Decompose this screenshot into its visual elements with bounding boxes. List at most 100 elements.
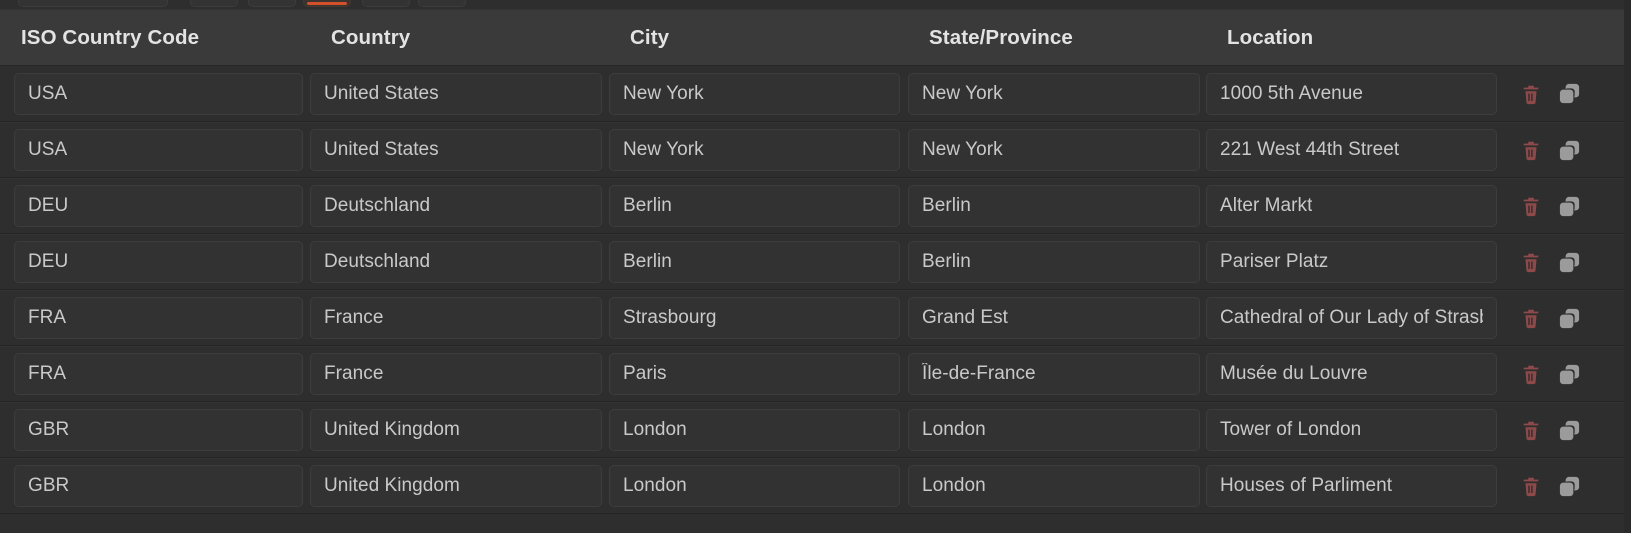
input-country[interactable]: United Kingdom bbox=[310, 465, 602, 507]
input-country[interactable]: Deutschland bbox=[310, 241, 602, 283]
input-location[interactable]: Alter Markt bbox=[1206, 185, 1497, 227]
input-state[interactable]: London bbox=[908, 465, 1200, 507]
input-city[interactable]: London bbox=[609, 409, 900, 451]
input-location[interactable]: Tower of London bbox=[1206, 409, 1497, 451]
input-country[interactable]: United States bbox=[310, 72, 602, 115]
cell-city: Berlin bbox=[609, 235, 908, 289]
value-location: Pariser Platz bbox=[1220, 251, 1329, 272]
delete-row-button[interactable] bbox=[1518, 249, 1544, 275]
duplicate-row-button[interactable] bbox=[1556, 137, 1582, 163]
input-iso[interactable]: FRA bbox=[14, 297, 303, 339]
value-iso: FRA bbox=[28, 307, 67, 328]
copy-icon bbox=[1558, 363, 1581, 386]
input-iso[interactable]: GBR bbox=[14, 409, 303, 451]
cell-iso: FRA bbox=[0, 347, 310, 401]
input-iso[interactable]: DEU bbox=[14, 241, 303, 283]
input-iso[interactable]: FRA bbox=[14, 353, 303, 395]
delete-row-button[interactable] bbox=[1518, 473, 1544, 499]
table-row: DEU Deutschland Berlin Berlin Pariser Platz bbox=[0, 234, 1631, 290]
input-city[interactable]: New York bbox=[609, 72, 900, 115]
copy-icon bbox=[1558, 475, 1581, 498]
toolbar-button-3[interactable] bbox=[248, 0, 296, 7]
input-location[interactable]: Houses of Parliment bbox=[1206, 465, 1497, 507]
input-city[interactable]: Strasbourg bbox=[609, 297, 900, 339]
delete-row-button[interactable] bbox=[1518, 193, 1544, 219]
value-iso: DEU bbox=[28, 251, 69, 272]
trash-icon bbox=[1520, 307, 1542, 329]
delete-row-button[interactable] bbox=[1518, 361, 1544, 387]
toolbar-button-4[interactable] bbox=[303, 0, 351, 7]
input-state[interactable]: Berlin bbox=[908, 241, 1200, 283]
input-country[interactable]: France bbox=[310, 353, 602, 395]
table-row: GBR United Kingdom London London Houses of P… bbox=[0, 458, 1631, 514]
input-state[interactable]: Grand Est bbox=[908, 297, 1200, 339]
delete-row-button[interactable] bbox=[1518, 417, 1544, 443]
input-location[interactable]: Musée du Louvre bbox=[1206, 353, 1497, 395]
duplicate-row-button[interactable] bbox=[1556, 361, 1582, 387]
toolbar-button-1[interactable] bbox=[18, 0, 168, 7]
delete-row-button[interactable] bbox=[1518, 81, 1544, 107]
duplicate-row-button[interactable] bbox=[1556, 305, 1582, 331]
trash-icon bbox=[1520, 251, 1542, 273]
value-state: London bbox=[922, 475, 986, 496]
duplicate-row-button[interactable] bbox=[1556, 473, 1582, 499]
row-actions bbox=[1504, 235, 1631, 289]
toolbar-button-5[interactable] bbox=[362, 0, 410, 7]
input-location[interactable]: Pariser Platz bbox=[1206, 241, 1497, 283]
input-city[interactable]: Berlin bbox=[609, 185, 900, 227]
input-iso[interactable]: DEU bbox=[14, 185, 303, 227]
value-city: Strasbourg bbox=[623, 307, 717, 328]
input-city[interactable]: Berlin bbox=[609, 241, 900, 283]
input-state[interactable]: New York bbox=[908, 72, 1200, 115]
input-location[interactable]: 1000 5th Avenue bbox=[1206, 72, 1497, 115]
delete-row-button[interactable] bbox=[1518, 305, 1544, 331]
copy-icon bbox=[1558, 307, 1581, 330]
input-state[interactable]: Île-de-France bbox=[908, 353, 1200, 395]
input-state[interactable]: London bbox=[908, 409, 1200, 451]
value-location: Cathedral of Our Lady of Strasbourg bbox=[1220, 307, 1483, 328]
input-country[interactable]: France bbox=[310, 297, 602, 339]
duplicate-row-button[interactable] bbox=[1556, 249, 1582, 275]
cell-city: London bbox=[609, 403, 908, 457]
column-header-location[interactable]: Location bbox=[1206, 26, 1504, 50]
column-header-iso[interactable]: ISO Country Code bbox=[0, 26, 310, 50]
duplicate-row-button[interactable] bbox=[1556, 81, 1582, 107]
input-state[interactable]: Berlin bbox=[908, 185, 1200, 227]
cell-country: United Kingdom bbox=[310, 459, 609, 513]
column-header-city[interactable]: City bbox=[609, 26, 908, 50]
cell-country: France bbox=[310, 291, 609, 345]
trash-icon bbox=[1520, 195, 1542, 217]
input-country[interactable]: United Kingdom bbox=[310, 409, 602, 451]
toolbar-button-6[interactable] bbox=[418, 0, 466, 7]
input-city[interactable]: Paris bbox=[609, 353, 900, 395]
input-iso[interactable]: GBR bbox=[14, 465, 303, 507]
column-header-country[interactable]: Country bbox=[310, 26, 609, 50]
input-location[interactable]: Cathedral of Our Lady of Strasbourg bbox=[1206, 297, 1497, 339]
delete-row-button[interactable] bbox=[1518, 137, 1544, 163]
duplicate-row-button[interactable] bbox=[1556, 417, 1582, 443]
value-city: London bbox=[623, 419, 687, 440]
input-country[interactable]: United States bbox=[310, 129, 602, 171]
input-city[interactable]: London bbox=[609, 465, 900, 507]
cell-state: New York bbox=[908, 123, 1206, 177]
input-city[interactable]: New York bbox=[609, 129, 900, 171]
value-iso: USA bbox=[28, 82, 68, 104]
input-iso[interactable]: USA bbox=[14, 129, 303, 171]
value-state: Grand Est bbox=[922, 307, 1008, 328]
input-country[interactable]: Deutschland bbox=[310, 185, 602, 227]
column-header-state[interactable]: State/Province bbox=[908, 26, 1206, 50]
input-location[interactable]: 221 West 44th Street bbox=[1206, 129, 1497, 171]
value-country: United States bbox=[324, 139, 439, 160]
trash-icon bbox=[1520, 83, 1542, 105]
cell-location: Tower of London bbox=[1206, 403, 1504, 457]
toolbar-button-2[interactable] bbox=[190, 0, 238, 7]
value-state: London bbox=[922, 419, 986, 440]
copy-icon bbox=[1558, 195, 1581, 218]
input-state[interactable]: New York bbox=[908, 129, 1200, 171]
duplicate-row-button[interactable] bbox=[1556, 193, 1582, 219]
cell-state: Île-de-France bbox=[908, 347, 1206, 401]
copy-icon bbox=[1558, 82, 1581, 105]
row-actions bbox=[1504, 347, 1631, 401]
value-iso: GBR bbox=[28, 475, 70, 496]
input-iso[interactable]: USA bbox=[14, 72, 303, 115]
